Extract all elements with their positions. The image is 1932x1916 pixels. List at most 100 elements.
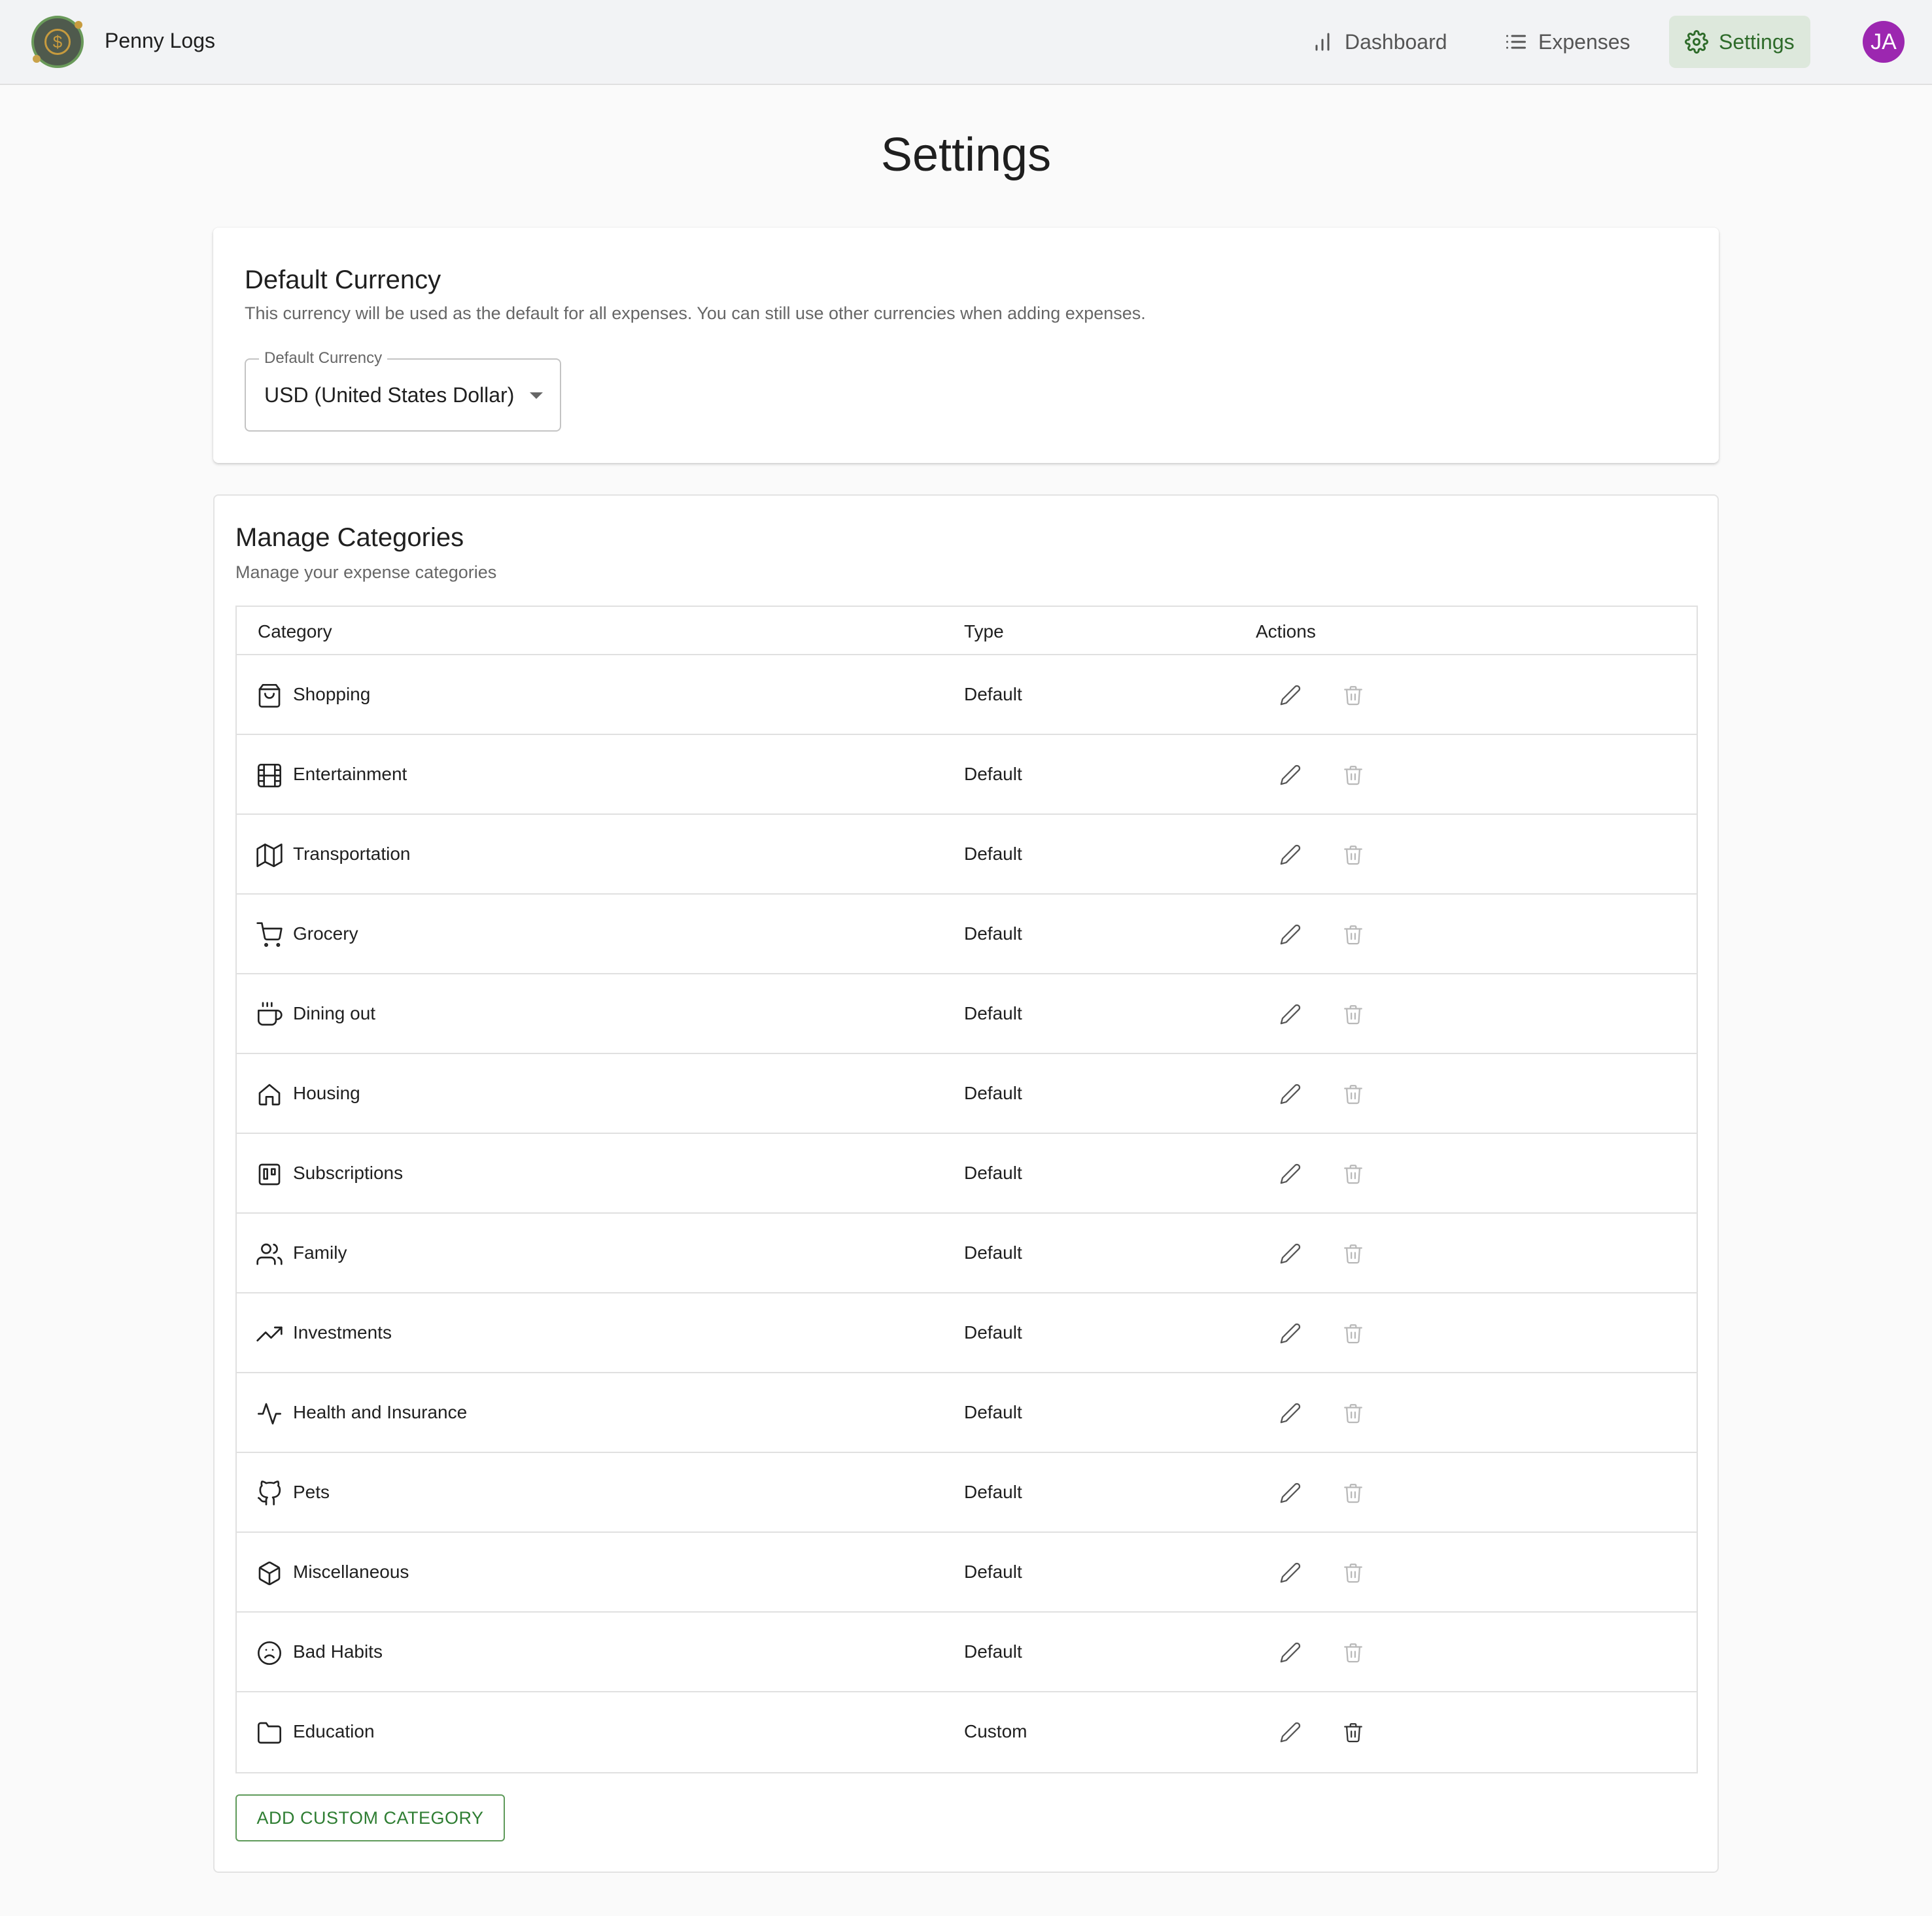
trash-icon xyxy=(1344,846,1362,865)
delete-category-button[interactable] xyxy=(1338,1637,1368,1668)
activity-icon xyxy=(256,1401,283,1427)
edit-category-button[interactable] xyxy=(1275,1558,1305,1588)
delete-category-button[interactable] xyxy=(1338,999,1368,1029)
pencil-icon xyxy=(1280,1243,1301,1264)
logo-dot xyxy=(33,55,41,63)
currency-card-description: This currency will be used as the defaul… xyxy=(245,303,1146,323)
category-name: Bad Habits xyxy=(293,1641,383,1662)
category-name: Education xyxy=(293,1721,375,1741)
category-type: Default xyxy=(964,1322,1022,1343)
users-icon-glyph xyxy=(256,1243,283,1265)
column-header-type: Type xyxy=(964,621,1004,642)
edit-category-button[interactable] xyxy=(1275,919,1305,949)
manage-categories-card: Manage Categories Manage your expense ca… xyxy=(213,494,1719,1873)
home-icon xyxy=(256,1082,283,1108)
pencil-icon xyxy=(1280,844,1301,865)
table-row: Transportation Default xyxy=(237,815,1697,895)
trash-icon xyxy=(1344,1723,1362,1743)
trash-icon xyxy=(1344,686,1362,706)
edit-category-button[interactable] xyxy=(1275,1159,1305,1189)
delete-category-button[interactable] xyxy=(1338,1239,1368,1269)
edit-category-button[interactable] xyxy=(1275,1079,1305,1109)
trash-icon xyxy=(1344,1085,1362,1104)
categories-card-title: Manage Categories xyxy=(235,523,464,552)
table-header: Category Type Actions xyxy=(237,607,1697,655)
frown-icon-glyph xyxy=(258,1641,281,1665)
nav-dashboard-button[interactable]: Dashboard xyxy=(1295,16,1463,68)
default-currency-value: USD (United States Dollar) xyxy=(264,383,515,407)
delete-category-button[interactable] xyxy=(1338,680,1368,710)
table-row: Family Default xyxy=(237,1214,1697,1293)
edit-category-button[interactable] xyxy=(1275,1239,1305,1269)
table-row: Bad Habits Default xyxy=(237,1613,1697,1692)
category-type: Default xyxy=(964,1003,1022,1023)
trash-icon xyxy=(1344,1484,1362,1503)
edit-category-button[interactable] xyxy=(1275,1318,1305,1348)
delete-category-button[interactable] xyxy=(1338,1558,1368,1588)
delete-category-button[interactable] xyxy=(1338,1398,1368,1428)
trello-icon-glyph xyxy=(258,1163,281,1186)
category-name: Subscriptions xyxy=(293,1163,404,1183)
default-currency-select[interactable]: Default Currency USD (United States Doll… xyxy=(245,349,561,432)
delete-category-button[interactable] xyxy=(1338,919,1368,949)
category-name: Investments xyxy=(293,1322,392,1343)
top-app-bar: $ Penny Logs Dashboard Expenses Settings… xyxy=(0,0,1932,85)
map-icon-glyph xyxy=(256,844,283,867)
trash-icon xyxy=(1344,1165,1362,1184)
delete-category-button[interactable] xyxy=(1338,760,1368,790)
pencil-icon xyxy=(1280,1163,1301,1184)
cart-icon-glyph xyxy=(256,922,283,947)
trash-icon xyxy=(1344,1404,1362,1424)
cart-icon xyxy=(256,922,283,948)
logo-dot xyxy=(75,21,82,29)
delete-category-button[interactable] xyxy=(1338,1318,1368,1348)
gear-icon xyxy=(1685,30,1708,54)
home-icon-glyph xyxy=(258,1084,281,1106)
category-type: Default xyxy=(964,1562,1022,1582)
edit-category-button[interactable] xyxy=(1275,1478,1305,1508)
edit-category-button[interactable] xyxy=(1275,1637,1305,1668)
categories-table: Category Type Actions Shopping Default Ent… xyxy=(235,606,1698,1773)
pencil-icon xyxy=(1280,1403,1301,1424)
edit-category-button[interactable] xyxy=(1275,999,1305,1029)
pencil-icon xyxy=(1280,1562,1301,1583)
delete-category-button[interactable] xyxy=(1338,1478,1368,1508)
edit-category-button[interactable] xyxy=(1275,760,1305,790)
delete-category-button[interactable] xyxy=(1338,1717,1368,1747)
coffee-icon xyxy=(256,1002,283,1028)
nav-expenses-button[interactable]: Expenses xyxy=(1489,16,1646,68)
trash-icon xyxy=(1344,1324,1362,1344)
pencil-icon xyxy=(1280,764,1301,785)
category-name: Family xyxy=(293,1242,347,1263)
edit-category-button[interactable] xyxy=(1275,1398,1305,1428)
delete-category-button[interactable] xyxy=(1338,840,1368,870)
edit-category-button[interactable] xyxy=(1275,680,1305,710)
film-icon-glyph xyxy=(258,764,281,787)
edit-category-button[interactable] xyxy=(1275,1717,1305,1747)
table-row: Health and Insurance Default xyxy=(237,1373,1697,1453)
category-name: Grocery xyxy=(293,923,358,944)
category-type: Default xyxy=(964,844,1022,864)
pencil-icon xyxy=(1280,1004,1301,1025)
delete-category-button[interactable] xyxy=(1338,1079,1368,1109)
category-type: Default xyxy=(964,1163,1022,1183)
table-row: Miscellaneous Default xyxy=(237,1533,1697,1613)
shopping-bag-icon-glyph xyxy=(258,684,281,708)
category-name: Dining out xyxy=(293,1003,376,1023)
category-type: Default xyxy=(964,1242,1022,1263)
page-title: Settings xyxy=(880,129,1052,181)
app-title: Penny Logs xyxy=(105,29,216,52)
trash-icon xyxy=(1344,925,1362,945)
add-custom-category-button[interactable]: ADD CUSTOM CATEGORY xyxy=(235,1794,505,1841)
categories-card-description: Manage your expense categories xyxy=(235,562,497,582)
pencil-icon xyxy=(1280,685,1301,706)
pencil-icon xyxy=(1280,1722,1301,1743)
trash-icon xyxy=(1344,1564,1362,1583)
delete-category-button[interactable] xyxy=(1338,1159,1368,1189)
category-name: Housing xyxy=(293,1083,360,1103)
app-logo[interactable]: $ xyxy=(31,16,84,68)
edit-category-button[interactable] xyxy=(1275,840,1305,870)
trash-icon xyxy=(1344,766,1362,785)
user-avatar[interactable]: JA xyxy=(1863,21,1905,63)
nav-settings-button[interactable]: Settings xyxy=(1669,16,1810,68)
